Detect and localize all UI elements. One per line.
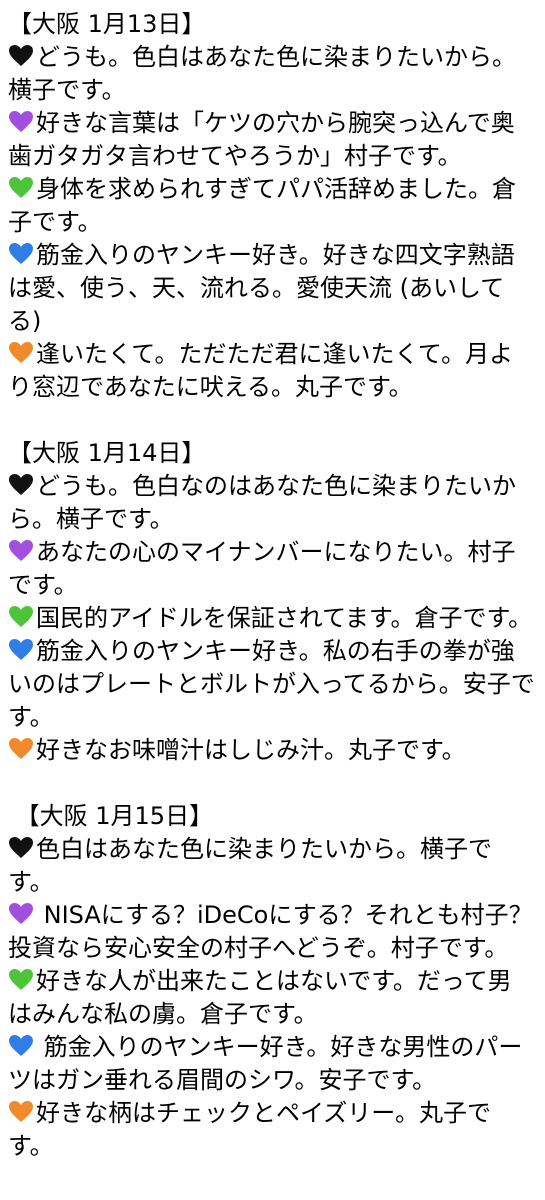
section-jan-14: 【大阪 1月14日】 どうも。色白なのはあなた色に染まりたいから。横子です。 あ… <box>8 437 535 767</box>
entry-line: 好きな言葉は「ケツの穴から腕突っ込んで奥歯ガタガタ言わせてやろうか」村子です。 <box>8 107 535 173</box>
section-jan-13: 【大阪 1月13日】 どうも。色白はあなた色に染まりたいから。横子です。 好きな… <box>8 8 535 404</box>
entry-line: NISAにする？iDeCoにする？それとも村子？投資なら安心安全の村子へどうぞ。… <box>8 899 535 965</box>
orange-heart-icon <box>8 737 34 761</box>
entry-text: どうも。色白なのはあなた色に染まりたいから。横子です。 <box>8 472 516 533</box>
section-header: 【大阪 1月15日】 <box>8 802 214 830</box>
entry-text: 国民的アイドルを保証されてます。倉子です。 <box>36 604 533 632</box>
blue-heart-icon <box>8 638 34 662</box>
entry-text: 筋金入りのヤンキー好き。好きな四文字熟語は愛、使う、天、流れる。愛使天流 (あい… <box>8 241 515 335</box>
orange-heart-icon <box>8 1100 34 1124</box>
entry-line: 筋金入りのヤンキー好き。好きな四文字熟語は愛、使う、天、流れる。愛使天流 (あい… <box>8 239 535 338</box>
purple-heart-icon <box>8 539 34 563</box>
green-heart-icon <box>8 176 34 200</box>
entry-line: 色白はあなた色に染まりたいから。横子です。 <box>8 833 535 899</box>
black-heart-icon <box>8 44 34 68</box>
document-page: 【大阪 1月13日】 どうも。色白はあなた色に染まりたいから。横子です。 好きな… <box>0 0 545 1200</box>
entry-line: 逢いたくて。ただただ君に逢いたくて。月より窓辺であなたに吠える。丸子です。 <box>8 338 535 404</box>
black-heart-icon <box>8 473 34 497</box>
blue-heart-icon <box>8 242 34 266</box>
entry-line: あなたの心のマイナンバーになりたい。村子です。 <box>8 536 535 602</box>
entry-text: 筋金入りのヤンキー好き。好きな男性のパーツはガン垂れる眉間のシワ。安子です。 <box>8 1033 523 1094</box>
blue-heart-icon <box>8 1034 34 1058</box>
entry-text: NISAにする？iDeCoにする？それとも村子？投資なら安心安全の村子へどうぞ。… <box>8 901 533 962</box>
green-heart-icon <box>8 605 34 629</box>
entry-line: 筋金入りのヤンキー好き。好きな男性のパーツはガン垂れる眉間のシワ。安子です。 <box>8 1031 535 1097</box>
entry-line: どうも。色白なのはあなた色に染まりたいから。横子です。 <box>8 470 535 536</box>
entry-text: 色白はあなた色に染まりたいから。横子です。 <box>8 835 492 896</box>
green-heart-icon <box>8 968 34 992</box>
entry-text: 好きな言葉は「ケツの穴から腕突っ込んで奥歯ガタガタ言わせてやろうか」村子です。 <box>8 109 515 170</box>
orange-heart-icon <box>8 341 34 365</box>
entry-text: 好きな柄はチェックとペイズリー。丸子です。 <box>8 1099 492 1160</box>
entry-line: 好きな人が出来たことはないです。だって男はみんな私の虜。倉子です。 <box>8 965 535 1031</box>
entry-line: 好きなお味噌汁はしじみ汁。丸子です。 <box>8 734 535 767</box>
section-header: 【大阪 1月13日】 <box>8 10 206 38</box>
entry-text: 好きなお味噌汁はしじみ汁。丸子です。 <box>36 736 466 764</box>
purple-heart-icon <box>8 110 34 134</box>
entry-text: 身体を求められすぎてパパ活辞めました。倉子です。 <box>8 175 516 236</box>
entry-line: 国民的アイドルを保証されてます。倉子です。 <box>8 602 535 635</box>
section-jan-15: 【大阪 1月15日】 色白はあなた色に染まりたいから。横子です。 NISAにする… <box>8 800 535 1163</box>
entry-text: あなたの心のマイナンバーになりたい。村子です。 <box>8 538 516 599</box>
section-header: 【大阪 1月14日】 <box>8 439 206 467</box>
entry-line: 筋金入りのヤンキー好き。私の右手の拳が強いのはプレートとボルトが入ってるから。安… <box>8 635 535 734</box>
entry-line: 好きな柄はチェックとペイズリー。丸子です。 <box>8 1097 535 1163</box>
black-heart-icon <box>8 836 34 860</box>
purple-heart-icon <box>8 902 34 926</box>
entry-text: 逢いたくて。ただただ君に逢いたくて。月より窓辺であなたに吠える。丸子です。 <box>8 340 514 401</box>
entry-text: どうも。色白はあなた色に染まりたいから。横子です。 <box>8 43 516 104</box>
entry-line: 身体を求められすぎてパパ活辞めました。倉子です。 <box>8 173 535 239</box>
entry-text: 好きな人が出来たことはないです。だって男はみんな私の虜。倉子です。 <box>8 967 512 1028</box>
entry-text: 筋金入りのヤンキー好き。私の右手の拳が強いのはプレートとボルトが入ってるから。安… <box>8 637 535 731</box>
entry-line: どうも。色白はあなた色に染まりたいから。横子です。 <box>8 41 535 107</box>
